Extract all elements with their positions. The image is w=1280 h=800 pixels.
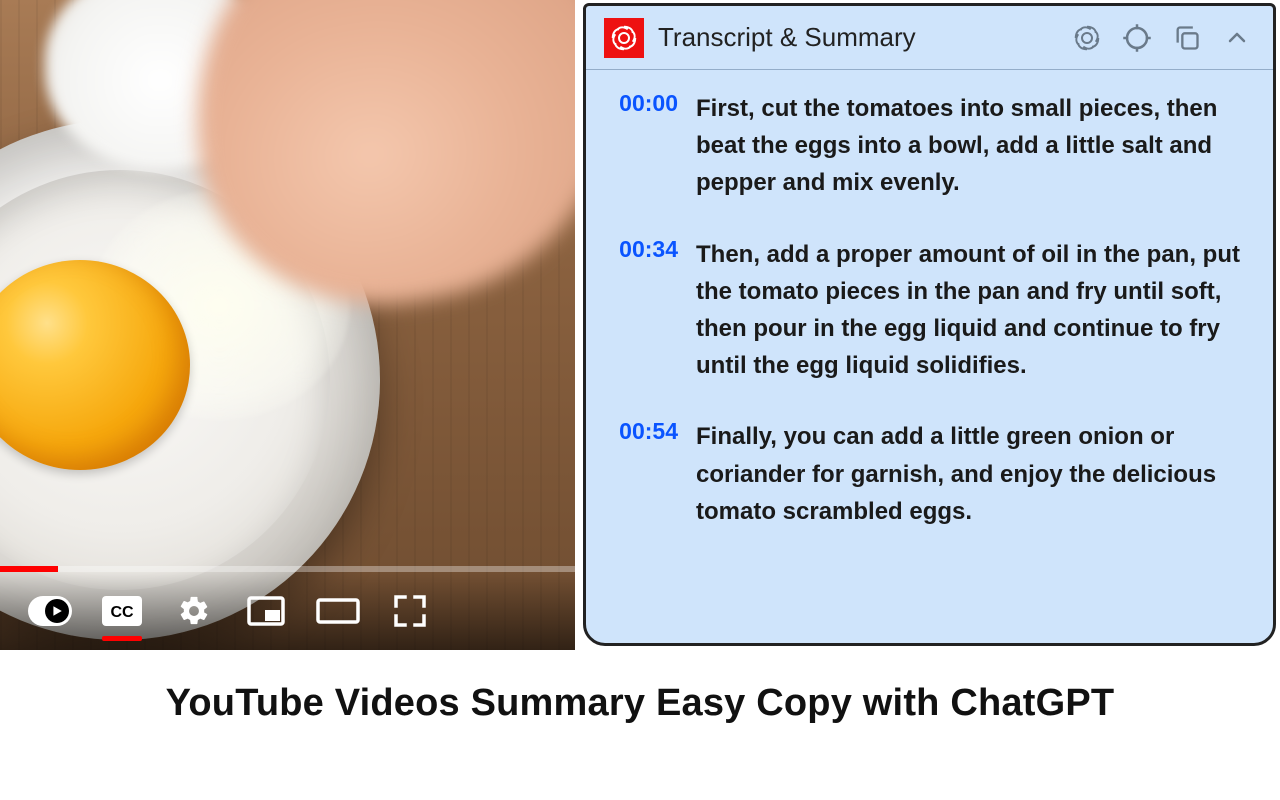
theater-mode-button[interactable]: [316, 589, 360, 633]
transcript-row: 00:34 Then, add a proper amount of oil i…: [604, 236, 1247, 385]
svg-text:CC: CC: [110, 604, 134, 621]
transcript-panel: Transcript & Summary 00:00 First, cut th…: [583, 3, 1276, 646]
collapse-icon[interactable]: [1219, 20, 1255, 56]
transcript-text: First, cut the tomatoes into small piece…: [696, 90, 1247, 202]
miniplayer-button[interactable]: [244, 589, 288, 633]
page-caption: YouTube Videos Summary Easy Copy with Ch…: [0, 682, 1280, 725]
transcript-row: 00:54 Finally, you can add a little gree…: [604, 418, 1247, 530]
transcript-row: 00:00 First, cut the tomatoes into small…: [604, 90, 1247, 202]
timestamp[interactable]: 00:54: [604, 418, 678, 530]
fullscreen-button[interactable]: [388, 589, 432, 633]
timestamp[interactable]: 00:34: [604, 236, 678, 385]
transcript-text: Finally, you can add a little green onio…: [696, 418, 1247, 530]
panel-header: Transcript & Summary: [586, 6, 1273, 70]
captions-button[interactable]: CC: [100, 589, 144, 633]
video-player[interactable]: CC: [0, 0, 575, 650]
transcript-text: Then, add a proper amount of oil in the …: [696, 236, 1247, 385]
settings-button[interactable]: [172, 589, 216, 633]
transcript-list: 00:00 First, cut the tomatoes into small…: [586, 70, 1273, 643]
panel-title: Transcript & Summary: [658, 22, 916, 53]
app-logo-icon: [604, 18, 644, 58]
chatgpt-icon[interactable]: [1069, 20, 1105, 56]
timestamp[interactable]: 00:00: [604, 90, 678, 202]
player-controls: CC: [0, 572, 575, 650]
autoplay-toggle[interactable]: [28, 589, 72, 633]
copy-icon[interactable]: [1169, 20, 1205, 56]
target-icon[interactable]: [1119, 20, 1155, 56]
